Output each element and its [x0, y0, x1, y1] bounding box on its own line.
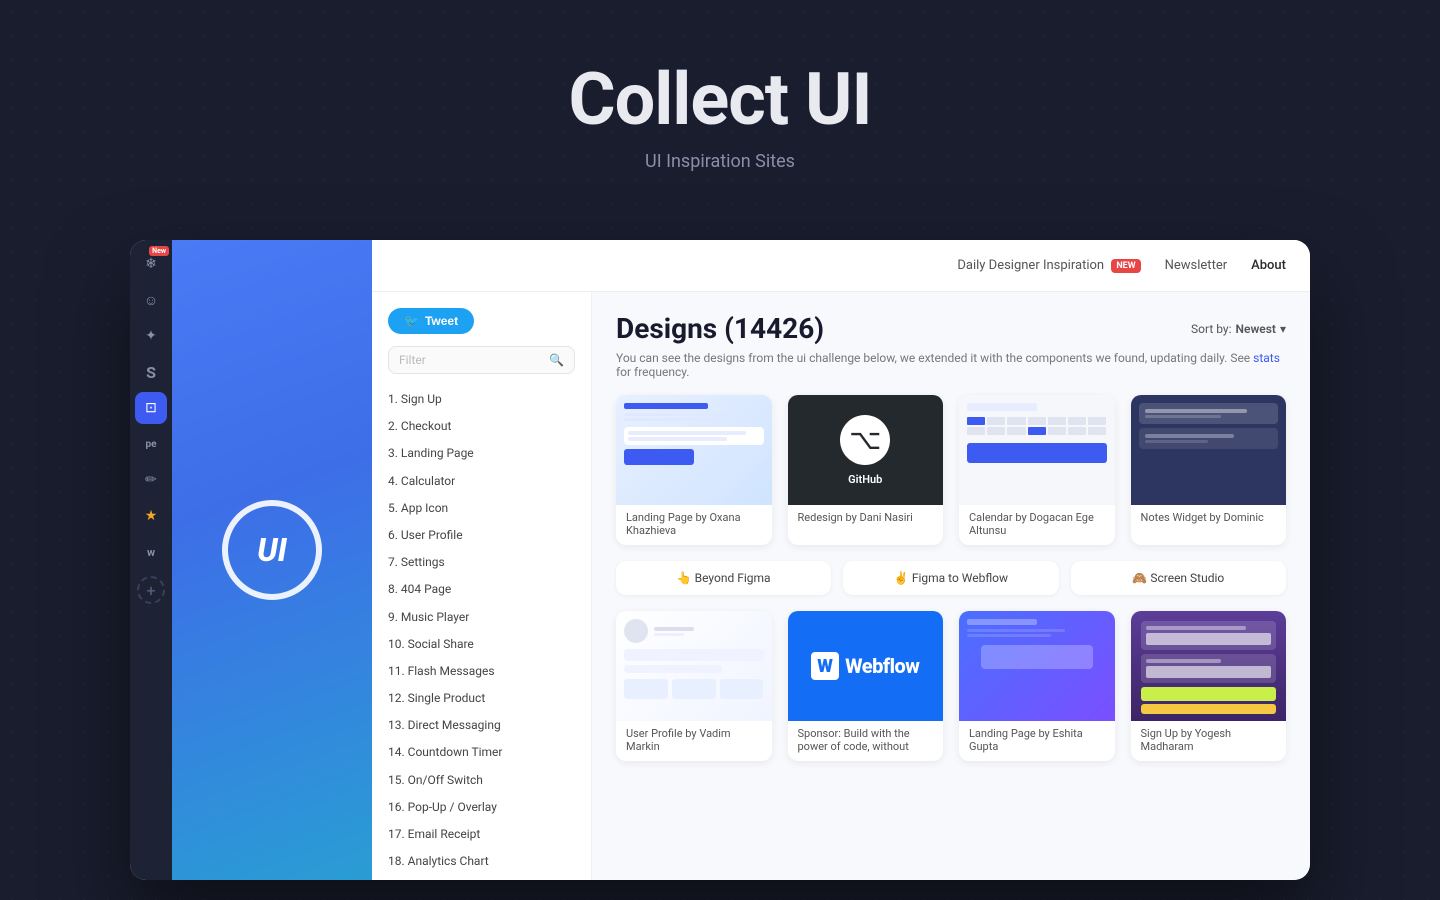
caption-6: Sponsor: Build with the power of code, w…: [788, 721, 944, 761]
nav-list-item[interactable]: 3. Landing Page: [372, 440, 591, 467]
nav-list: 1. Sign Up2. Checkout3. Landing Page4. C…: [372, 386, 591, 880]
stats-link[interactable]: stats: [1253, 351, 1280, 365]
sidebar-icon-paw[interactable]: ✦: [135, 320, 167, 352]
nav-list-item[interactable]: 4. Calculator: [372, 468, 591, 495]
card-user-profile[interactable]: User Profile by Vadim Markin: [616, 611, 772, 761]
card-signup[interactable]: Sign Up by Yogesh Madharam: [1131, 611, 1287, 761]
beyond-figma-icon: 👆: [677, 571, 692, 585]
thumb-signup: [1131, 611, 1287, 721]
nav-about[interactable]: About: [1251, 258, 1286, 273]
page-header: Collect UI UI Inspiration Sites: [0, 0, 1440, 212]
search-icon: 🔍: [549, 353, 564, 367]
caption-2: Redesign by Dani Nasiri: [788, 505, 944, 532]
app-logo: UI: [222, 500, 322, 600]
caption-8: Sign Up by Yogesh Madharam: [1131, 721, 1287, 761]
browser-window: ❄ ☺ ✦ S ⊡ pe ✏ ★ w + UI Daily Designer I…: [130, 240, 1310, 880]
nav-list-item[interactable]: 10. Social Share: [372, 631, 591, 658]
logo-text: UI: [257, 531, 287, 569]
sponsor-figma-webflow[interactable]: ✌ Figma to Webflow: [843, 561, 1058, 595]
thumb-landing2: [959, 611, 1115, 721]
nav-list-item[interactable]: 1. Sign Up: [372, 386, 591, 413]
sponsor-screen-studio[interactable]: 🙈 Screen Studio: [1071, 561, 1286, 595]
new-badge: NEW: [1111, 259, 1140, 273]
caption-3: Calendar by Dogacan Ege Altunsu: [959, 505, 1115, 545]
thumb-landing: [616, 395, 772, 505]
sidebar-icon-pe[interactable]: pe: [135, 428, 167, 460]
thumb-profile: [616, 611, 772, 721]
sidebar-icon-star[interactable]: ★: [135, 500, 167, 532]
twitter-icon: 🐦: [404, 314, 419, 328]
gallery-header: Designs (14426) Sort by: Newest ▾: [616, 312, 1286, 345]
first-image-grid: Landing Page by Oxana Khazhieva ⌥ GitHub: [616, 395, 1286, 545]
gallery-description: You can see the designs from the ui chal…: [616, 351, 1286, 379]
thumb-notes: [1131, 395, 1287, 505]
nav-list-item[interactable]: 8. 404 Page: [372, 576, 591, 603]
nav-list-item[interactable]: 6. User Profile: [372, 522, 591, 549]
sidebar-icon-face[interactable]: ☺: [135, 284, 167, 316]
left-panel: UI: [172, 240, 372, 880]
tweet-button[interactable]: 🐦 Tweet: [388, 308, 474, 334]
sidebar-icon-add[interactable]: +: [137, 576, 165, 604]
thumb-calendar: [959, 395, 1115, 505]
caption-4: Notes Widget by Dominic: [1131, 505, 1287, 532]
nav-daily-designer[interactable]: Daily Designer Inspiration NEW: [957, 258, 1140, 273]
nav-list-item[interactable]: 18. Analytics Chart: [372, 848, 591, 875]
main-subtitle: UI Inspiration Sites: [0, 151, 1440, 172]
sidebar-icon-snowflake[interactable]: ❄: [135, 248, 167, 280]
caption-1: Landing Page by Oxana Khazhieva: [616, 505, 772, 545]
screen-studio-icon: 🙈: [1132, 571, 1147, 585]
thumb-github: ⌥ GitHub: [788, 395, 944, 505]
left-nav: 🐦 Tweet Filter 🔍 1. Sign Up2. Checkout3.…: [372, 292, 592, 880]
nav-list-item[interactable]: 11. Flash Messages: [372, 658, 591, 685]
logo-circle: UI: [222, 500, 322, 600]
filter-placeholder: Filter: [399, 353, 426, 367]
sponsor-bar: 👆 Beyond Figma ✌ Figma to Webflow 🙈 Scre…: [616, 561, 1286, 595]
gallery-title: Designs (14426): [616, 312, 824, 345]
nav-list-item[interactable]: 14. Countdown Timer: [372, 739, 591, 766]
sidebar-icon-w[interactable]: w: [135, 536, 167, 568]
card-webflow[interactable]: W Webflow Sponsor: Build with the power …: [788, 611, 944, 761]
nav-list-item[interactable]: 2. Checkout: [372, 413, 591, 440]
nav-list-item[interactable]: 12. Single Product: [372, 685, 591, 712]
card-calendar[interactable]: Calendar by Dogacan Ege Altunsu: [959, 395, 1115, 545]
sidebar-icon-active[interactable]: ⊡: [135, 392, 167, 424]
nav-list-item[interactable]: 9. Music Player: [372, 604, 591, 631]
card-github[interactable]: ⌥ GitHub Redesign by Dani Nasiri: [788, 395, 944, 545]
card-landing-page[interactable]: Landing Page by Oxana Khazhieva: [616, 395, 772, 545]
second-image-grid: User Profile by Vadim Markin W Webflow: [616, 611, 1286, 761]
card-notes[interactable]: Notes Widget by Dominic: [1131, 395, 1287, 545]
gallery-area: Designs (14426) Sort by: Newest ▾ You ca…: [592, 292, 1310, 880]
sort-control[interactable]: Sort by: Newest ▾: [1191, 322, 1286, 336]
content-body: 🐦 Tweet Filter 🔍 1. Sign Up2. Checkout3.…: [372, 292, 1310, 880]
nav-list-item[interactable]: 17. Email Receipt: [372, 821, 591, 848]
top-nav: Daily Designer Inspiration NEW Newslette…: [372, 240, 1310, 292]
nav-newsletter[interactable]: Newsletter: [1165, 258, 1228, 273]
main-title: Collect UI: [0, 60, 1440, 139]
nav-list-item[interactable]: 7. Settings: [372, 549, 591, 576]
nav-list-item[interactable]: 16. Pop-Up / Overlay: [372, 794, 591, 821]
card-landing2[interactable]: Landing Page by Eshita Gupta: [959, 611, 1115, 761]
sponsor-beyond-figma[interactable]: 👆 Beyond Figma: [616, 561, 831, 595]
caption-5: User Profile by Vadim Markin: [616, 721, 772, 761]
sidebar-icon-s[interactable]: S: [135, 356, 167, 388]
nav-list-item[interactable]: 15. On/Off Switch: [372, 767, 591, 794]
sidebar-icons: ❄ ☺ ✦ S ⊡ pe ✏ ★ w +: [130, 240, 172, 880]
figma-webflow-icon: ✌: [894, 571, 909, 585]
filter-input[interactable]: Filter 🔍: [388, 346, 575, 374]
nav-list-item[interactable]: 19. Leaderboard: [372, 875, 591, 880]
sidebar-icon-pencil[interactable]: ✏: [135, 464, 167, 496]
nav-list-item[interactable]: 5. App Icon: [372, 495, 591, 522]
chevron-down-icon: ▾: [1280, 322, 1286, 336]
main-content: Daily Designer Inspiration NEW Newslette…: [372, 240, 1310, 880]
thumb-webflow: W Webflow: [788, 611, 944, 721]
nav-list-item[interactable]: 13. Direct Messaging: [372, 712, 591, 739]
caption-7: Landing Page by Eshita Gupta: [959, 721, 1115, 761]
